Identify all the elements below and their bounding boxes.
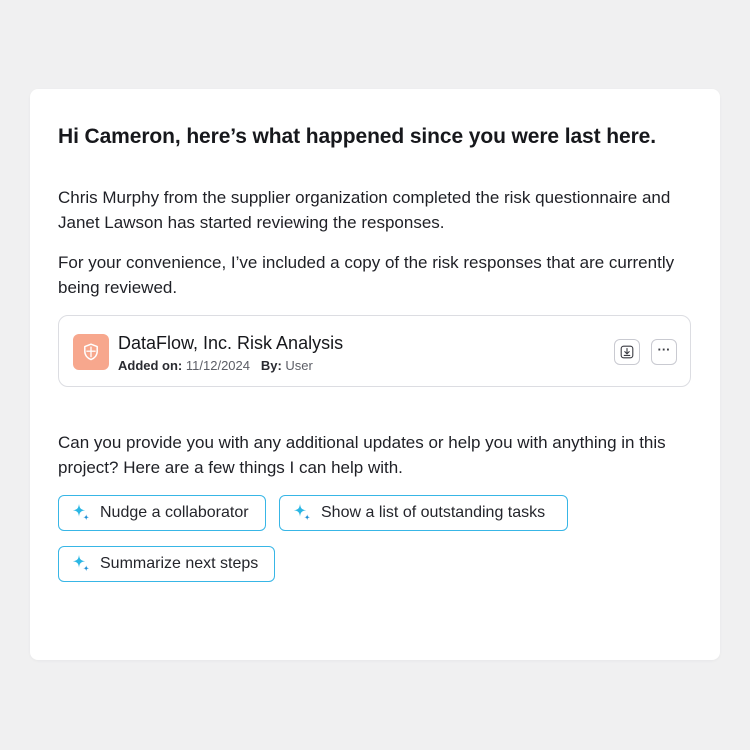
shield-icon (73, 334, 109, 370)
suggestion-label: Show a list of outstanding tasks (321, 504, 546, 521)
added-by-label: By: (260, 358, 282, 373)
download-button[interactable] (614, 339, 640, 365)
more-icon: ··· (657, 341, 671, 357)
suggestion-nudge-collaborator[interactable]: Nudge a collaborator (58, 495, 266, 531)
message-card: Hi Cameron, here’s what happened since y… (30, 89, 720, 660)
sparkle-icon (72, 504, 90, 521)
attachment-meta: Added on: 11/12/2024 By: User (118, 358, 313, 373)
sparkle-icon (293, 504, 311, 521)
attachment-title[interactable]: DataFlow, Inc. Risk Analysis (118, 333, 343, 354)
attachment-intro-paragraph: For your convenience, I’ve included a co… (58, 253, 675, 297)
help-paragraph: Can you provide you with any additional … (58, 433, 666, 477)
suggestion-summarize-next-steps[interactable]: Summarize next steps (58, 546, 275, 582)
attachment-card[interactable]: DataFlow, Inc. Risk Analysis Added on: 1… (58, 315, 691, 387)
greeting-heading: Hi Cameron, here’s what happened since y… (58, 125, 656, 148)
suggestion-label: Nudge a collaborator (100, 504, 249, 521)
sparkle-icon (72, 555, 90, 572)
added-by-value: User (285, 358, 313, 373)
download-icon (620, 345, 634, 359)
status-paragraph: Chris Murphy from the supplier organizat… (58, 188, 671, 232)
added-on-value: 11/12/2024 (185, 358, 250, 373)
suggestion-label: Summarize next steps (100, 555, 259, 572)
more-options-button[interactable]: ··· (651, 339, 677, 365)
suggestion-outstanding-tasks[interactable]: Show a list of outstanding tasks (279, 495, 568, 531)
added-on-label: Added on: (118, 358, 183, 373)
